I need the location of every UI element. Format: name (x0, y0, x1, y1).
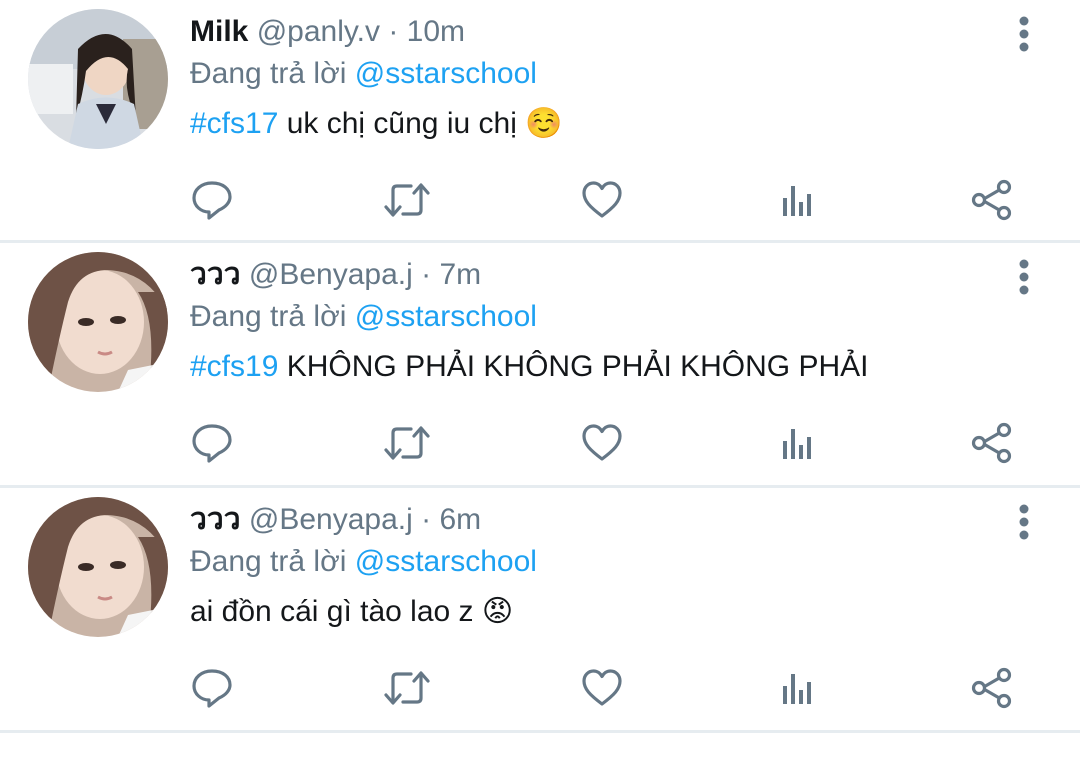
share-icon (971, 422, 1012, 464)
retweet-button[interactable] (382, 418, 432, 468)
tweet-header: ววว @Benyapa.j · 6m (190, 500, 990, 540)
heart-icon (582, 424, 622, 461)
analytics-icon (783, 429, 811, 459)
hashtag-link[interactable]: #cfs17 (190, 107, 278, 140)
heart-icon (582, 669, 622, 706)
more-vertical-icon (1019, 16, 1029, 52)
tweet-text-content: uk chị cũng iu chị (278, 107, 526, 140)
display-name[interactable]: ววว (190, 258, 241, 291)
reply-context: Đang trả lời @sstarschool (190, 54, 990, 94)
analytics-icon (783, 674, 811, 704)
like-button[interactable] (577, 175, 627, 225)
tweet-actions (0, 175, 1080, 225)
tweet-header: ววว @Benyapa.j · 7m (190, 255, 990, 295)
angry-emoji: 😡 (481, 594, 514, 629)
reply-prefix: Đang trả lời (190, 545, 355, 578)
tweet-text: ai đồn cái gì tào lao z 😡 (190, 592, 990, 632)
more-options-button[interactable] (1006, 255, 1042, 299)
more-options-button[interactable] (1006, 12, 1042, 56)
share-button[interactable] (967, 663, 1017, 713)
user-handle[interactable]: @panly.v (257, 15, 380, 48)
tweet-body: ววว @Benyapa.j · 6m Đang trả lời @sstars… (190, 500, 990, 632)
reply-icon (192, 181, 232, 220)
timestamp[interactable]: 6m (439, 503, 481, 536)
reply-button[interactable] (187, 418, 237, 468)
share-button[interactable] (967, 175, 1017, 225)
tweet[interactable]: ววว @Benyapa.j · 6m Đang trả lời @sstars… (0, 488, 1080, 733)
share-icon (971, 667, 1012, 709)
reply-mention-link[interactable]: @sstarschool (355, 57, 537, 90)
avatar[interactable] (28, 252, 168, 392)
analytics-icon (783, 186, 811, 216)
tweet[interactable]: ววว @Benyapa.j · 7m Đang trả lời @sstars… (0, 243, 1080, 488)
more-vertical-icon (1019, 259, 1029, 295)
tweet-body: ววว @Benyapa.j · 7m Đang trả lời @sstars… (190, 255, 990, 387)
separator-dot: · (421, 503, 432, 536)
tweet-header: Milk @panly.v · 10m (190, 12, 990, 52)
timestamp[interactable]: 7m (439, 258, 481, 291)
analytics-button[interactable] (772, 175, 822, 225)
like-button[interactable] (577, 663, 627, 713)
tweet-text-content: ai đồn cái gì tào lao z (190, 595, 482, 628)
retweet-icon (384, 671, 430, 705)
reply-button[interactable] (187, 175, 237, 225)
tweet[interactable]: Milk @panly.v · 10m Đang trả lời @sstars… (0, 0, 1080, 243)
retweet-icon (384, 426, 430, 460)
user-handle[interactable]: @Benyapa.j (249, 258, 413, 291)
avatar-image (28, 9, 168, 149)
display-name[interactable]: ววว (190, 503, 241, 536)
user-handle[interactable]: @Benyapa.j (249, 503, 413, 536)
reply-mention-link[interactable]: @sstarschool (355, 545, 537, 578)
reply-context: Đang trả lời @sstarschool (190, 297, 990, 337)
share-icon (971, 179, 1012, 221)
avatar-image (28, 252, 168, 392)
more-options-button[interactable] (1006, 500, 1042, 544)
smiling-emoji: ☺️ (525, 106, 563, 141)
reply-icon (192, 669, 232, 708)
separator-dot: · (421, 258, 432, 291)
avatar[interactable] (28, 497, 168, 637)
analytics-button[interactable] (772, 418, 822, 468)
tweet-actions (0, 418, 1080, 468)
reply-mention-link[interactable]: @sstarschool (355, 300, 537, 333)
timestamp[interactable]: 10m (407, 15, 465, 48)
retweet-icon (384, 183, 430, 217)
avatar-image (28, 497, 168, 637)
tweet-body: Milk @panly.v · 10m Đang trả lời @sstars… (190, 12, 990, 144)
separator-dot: · (388, 15, 399, 48)
reply-icon (192, 424, 232, 463)
retweet-button[interactable] (382, 175, 432, 225)
display-name[interactable]: Milk (190, 15, 248, 48)
like-button[interactable] (577, 418, 627, 468)
analytics-button[interactable] (772, 663, 822, 713)
heart-icon (582, 181, 622, 218)
avatar[interactable] (28, 9, 168, 149)
more-vertical-icon (1019, 504, 1029, 540)
retweet-button[interactable] (382, 663, 432, 713)
tweet-text: #cfs17 uk chị cũng iu chị ☺️ (190, 104, 990, 144)
tweet-actions (0, 663, 1080, 713)
timeline-feed: Milk @panly.v · 10m Đang trả lời @sstars… (0, 0, 1080, 733)
tweet-text: #cfs19 KHÔNG PHẢI KHÔNG PHẢI KHÔNG PHẢI (190, 347, 990, 387)
share-button[interactable] (967, 418, 1017, 468)
reply-button[interactable] (187, 663, 237, 713)
reply-context: Đang trả lời @sstarschool (190, 542, 990, 582)
hashtag-link[interactable]: #cfs19 (190, 350, 278, 383)
reply-prefix: Đang trả lời (190, 57, 355, 90)
tweet-text-content: KHÔNG PHẢI KHÔNG PHẢI KHÔNG PHẢI (278, 350, 869, 383)
reply-prefix: Đang trả lời (190, 300, 355, 333)
